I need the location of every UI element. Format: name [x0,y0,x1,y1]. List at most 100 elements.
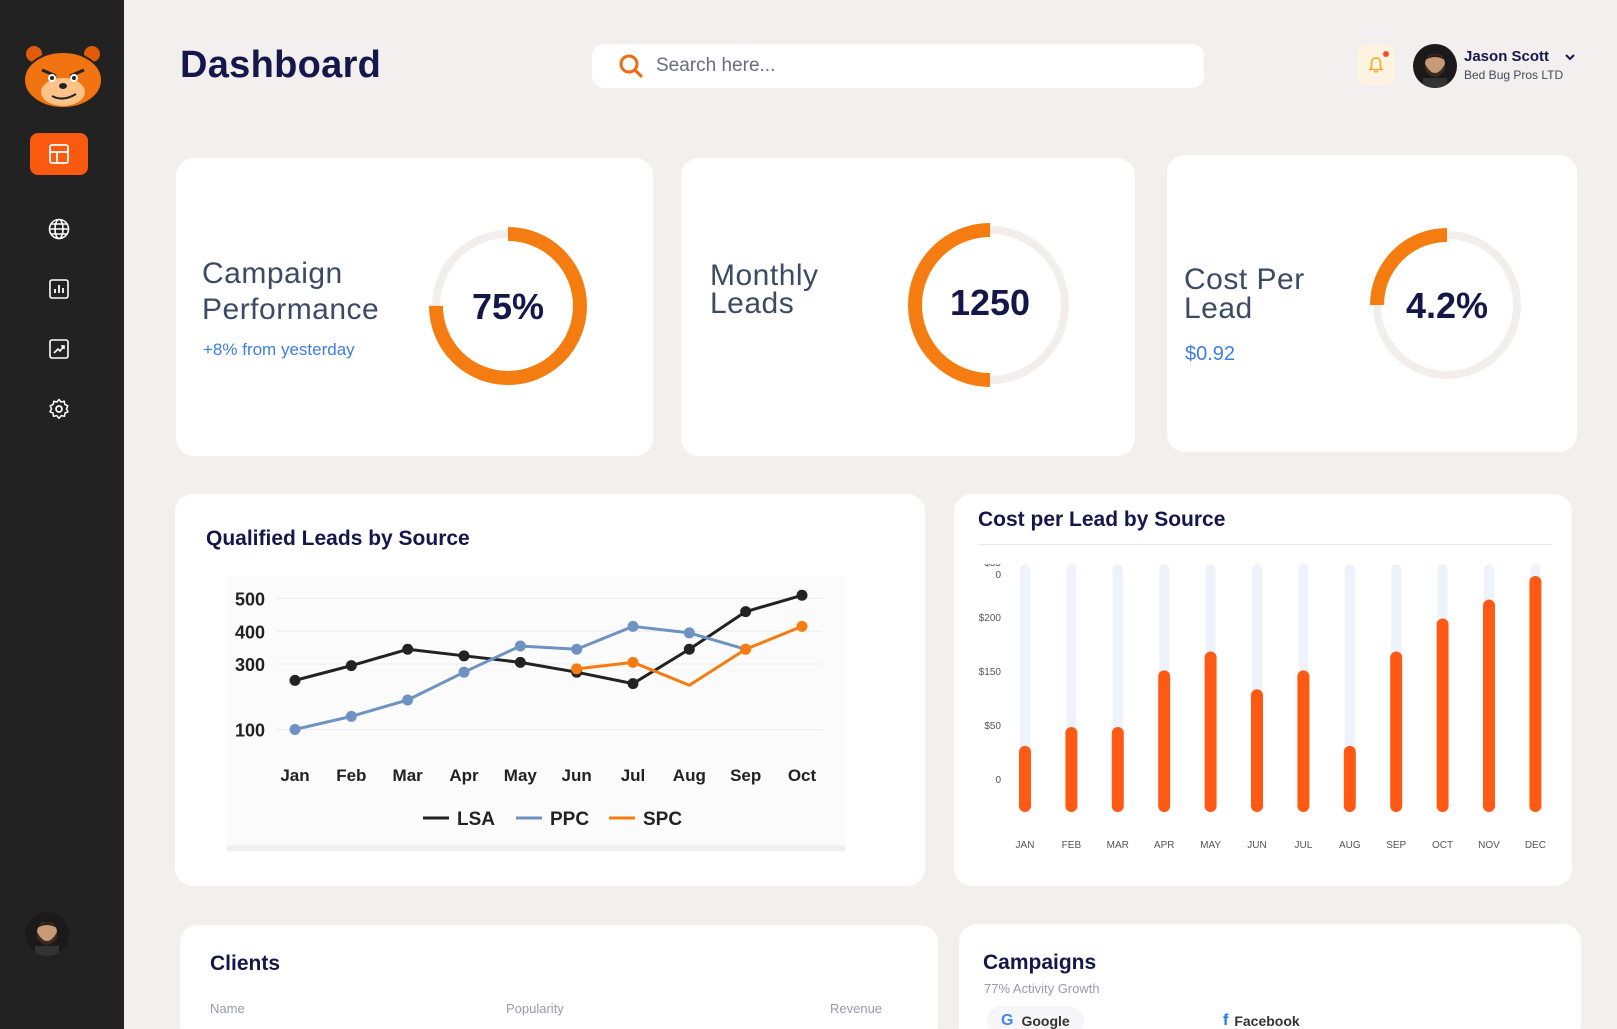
campaign-label: Google [1021,1013,1070,1029]
user-name[interactable]: Jason Scott [1464,48,1549,65]
kpi-card-leads: Monthly Leads 1250 [681,158,1135,456]
user-avatar[interactable] [1413,44,1457,88]
x-tick-label: JUN [1247,840,1266,851]
data-point[interactable] [627,678,639,690]
column-header-popularity[interactable]: Popularity [506,1001,564,1016]
user-company: Bed Bug Pros LTD [1464,68,1564,82]
y-tick-label: 100 [235,720,265,740]
line-chart-area: 500 400 300 100 Jan Feb Mar Apr May Jun Jul Aug Sep O… [227,576,845,851]
x-tick-label: SEP [1386,840,1406,851]
x-tick-label: Apr [449,766,479,785]
column-header-revenue[interactable]: Revenue [830,1001,882,1016]
section-subtitle: 77% Activity Growth [984,981,1100,996]
nav-globe[interactable] [30,208,88,250]
data-point[interactable] [289,723,301,735]
divider [978,544,1552,545]
chevron-down-icon[interactable] [1563,50,1577,64]
campaign-facebook[interactable]: f Facebook [1223,1012,1300,1029]
kpi-label-line2: Performance [202,293,380,326]
data-point[interactable] [796,589,808,601]
bar[interactable] [1158,670,1171,812]
y-tick-label: 0 [995,570,1001,581]
bar[interactable] [1297,670,1310,812]
bar[interactable] [1483,599,1495,812]
data-point[interactable] [514,656,526,668]
legend-label: PPC [550,809,589,830]
page-title: Dashboard [180,44,382,86]
x-tick-label: Sep [730,766,761,785]
column-header-name[interactable]: Name [210,1001,245,1016]
cost-per-lead-card: Cost per Lead by Source $550$200$150$500… [954,494,1572,886]
campaign-label: Facebook [1234,1013,1300,1029]
nav-analytics[interactable] [30,328,88,370]
y-tick-label: 300 [235,655,265,675]
data-point[interactable] [571,663,583,675]
layout-icon [49,144,69,164]
nav-settings[interactable] [30,388,88,430]
data-point[interactable] [683,627,695,639]
search-icon [619,54,643,78]
bar[interactable] [1436,618,1449,812]
campaign-google[interactable]: G Google [987,1006,1084,1029]
section-title: Cost per Lead by Source [978,508,1226,531]
clients-card: Clients Name Popularity Revenue [180,925,938,1029]
notification-button[interactable] [1357,45,1395,85]
kpi-card-cost: Cost Per Lead $0.92 4.2% [1167,155,1577,452]
bar[interactable] [1065,727,1078,812]
x-tick-label: JAN [1016,840,1035,851]
data-point[interactable] [402,694,414,706]
nav-dashboard[interactable] [30,133,88,175]
data-point[interactable] [796,620,808,632]
y-tick-label: 400 [235,622,265,642]
data-point[interactable] [683,643,695,655]
bar[interactable] [1343,745,1356,812]
gear-icon [49,398,69,420]
sidebar [0,0,124,1029]
bar[interactable] [1111,727,1124,812]
bar[interactable] [1019,745,1031,812]
bar[interactable] [1529,576,1542,812]
data-point[interactable] [345,710,357,722]
bell-icon [1368,57,1384,73]
data-point[interactable] [740,643,752,655]
google-icon: G [1001,1012,1014,1029]
x-tick-label: MAY [1200,840,1221,851]
section-title: Campaigns [983,951,1097,974]
section-title: Qualified Leads by Source [206,527,470,550]
data-point[interactable] [458,650,470,662]
kpi-label-line2: Lead [1184,292,1253,325]
data-point[interactable] [627,620,639,632]
x-tick-label: OCT [1432,840,1453,851]
data-point[interactable] [740,606,752,618]
bar[interactable] [1251,689,1263,812]
data-point[interactable] [402,643,414,655]
x-tick-label: FEB [1062,840,1082,851]
data-point[interactable] [345,660,357,672]
hamster-logo [20,42,106,110]
y-tick-label: $50 [984,721,1001,732]
x-tick-label: Mar [393,766,424,785]
search-bar[interactable] [592,44,1204,88]
campaigns-card: Campaigns 77% Activity Growth G Google f… [959,924,1581,1029]
y-tick-label: $55 [984,564,1001,569]
data-point[interactable] [458,666,470,678]
x-tick-label: APR [1154,840,1175,851]
data-point[interactable] [571,643,583,655]
search-input[interactable] [656,55,1136,77]
sidebar-avatar[interactable] [25,912,69,956]
x-tick-label: DEC [1525,840,1546,851]
qualified-leads-card: Qualified Leads by Source 500 400 300 100 Ja… [175,494,925,886]
kpi-sub: +8% from yesterday [203,340,355,359]
y-tick-label: 0 [995,775,1001,786]
bar[interactable] [1204,651,1217,812]
x-tick-label: Oct [788,766,817,785]
x-tick-label: JUL [1295,840,1313,851]
data-point[interactable] [627,656,639,668]
legend-label: LSA [457,809,495,830]
data-point[interactable] [514,640,526,652]
line-chart: 500 400 300 100 Jan Feb Mar Apr May Jun Jul Aug Sep O… [235,589,822,830]
data-point[interactable] [289,674,301,686]
x-tick-label: NOV [1478,840,1500,851]
nav-reports[interactable] [30,268,88,310]
bar[interactable] [1390,651,1403,812]
